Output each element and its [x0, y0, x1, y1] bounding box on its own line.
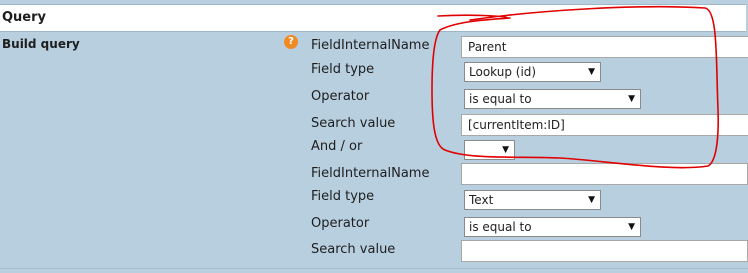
help-icon[interactable]: ?: [284, 35, 298, 49]
triangle-down-icon: ▼: [628, 94, 635, 104]
triangle-down-icon: ▼: [588, 195, 595, 205]
and-or-label: And / or: [311, 139, 363, 154]
operator-select-1[interactable]: is equal to ▼: [464, 89, 641, 109]
query-title: Query: [2, 10, 47, 25]
field-type-select-2[interactable]: Text ▼: [464, 190, 601, 210]
field-internal-name-input-2[interactable]: [461, 163, 748, 185]
search-value-label-2: Search value: [311, 242, 396, 257]
triangle-down-icon: ▼: [502, 145, 509, 155]
triangle-down-icon: ▼: [628, 222, 635, 232]
build-query-label: Build query: [2, 37, 80, 51]
field-type-select-2-value: Text: [469, 193, 494, 207]
search-value-input-1[interactable]: [currentItem:ID]: [461, 114, 748, 136]
operator-select-2-value: is equal to: [469, 220, 532, 234]
field-internal-name-label-2: FieldInternalName: [311, 166, 430, 181]
field-type-label-2: Field type: [311, 189, 375, 204]
panel-bottom-border: [0, 268, 748, 269]
search-value-label-1: Search value: [311, 116, 396, 131]
triangle-down-icon: ▼: [588, 67, 595, 77]
field-internal-name-label-1: FieldInternalName: [311, 38, 430, 53]
operator-label-2: Operator: [311, 216, 370, 231]
and-or-select[interactable]: ▼: [464, 140, 515, 160]
operator-select-2[interactable]: is equal to ▼: [464, 217, 641, 237]
field-internal-name-input-1[interactable]: Parent: [461, 36, 748, 58]
query-header: Query: [0, 4, 746, 32]
field-type-label-1: Field type: [311, 62, 375, 77]
operator-select-1-value: is equal to: [469, 92, 532, 106]
field-type-select-1-value: Lookup (id): [469, 65, 537, 79]
field-type-select-1[interactable]: Lookup (id) ▼: [464, 62, 601, 82]
search-value-input-2[interactable]: [461, 240, 748, 262]
operator-label-1: Operator: [311, 89, 370, 104]
